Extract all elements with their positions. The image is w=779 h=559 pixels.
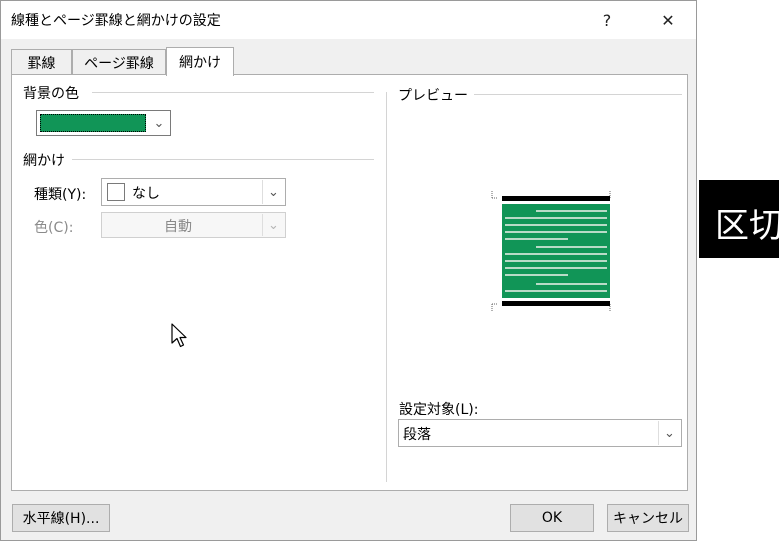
- fill-group-label: 背景の色: [23, 83, 85, 103]
- ok-button[interactable]: OK: [510, 504, 594, 532]
- mouse-cursor-icon: [171, 323, 187, 348]
- title-bar: 線種とページ罫線と網かけの設定 ? ✕: [1, 1, 696, 39]
- preview-group-line: [467, 94, 682, 95]
- horizontal-line-button[interactable]: 水平線(H)...: [12, 504, 110, 532]
- apply-to-combo[interactable]: 段落 ⌄: [398, 419, 682, 447]
- caption-text: 区切: [715, 206, 779, 246]
- chevron-down-icon: ⌄: [262, 214, 284, 236]
- preview-group-label: プレビュー: [398, 85, 474, 105]
- shading-preview: [491, 191, 611, 311]
- cancel-button[interactable]: キャンセル: [607, 504, 689, 532]
- apply-to-value: 段落: [403, 427, 431, 443]
- apply-to-label: 設定対象(L):: [399, 402, 479, 418]
- chevron-down-icon: ⌄: [658, 421, 680, 445]
- pattern-color-combo[interactable]: 自動 ⌄: [101, 212, 286, 238]
- caption-box: 区切: [699, 180, 779, 258]
- pattern-group-label: 網かけ: [23, 150, 71, 170]
- pattern-style-label: 種類(Y):: [34, 187, 87, 203]
- shading-tab-panel: 背景の色 ⌄ 網かけ 種類(Y): なし ⌄ 色(C): 自動 ⌄ プレビュー: [11, 74, 688, 491]
- close-button[interactable]: ✕: [653, 7, 683, 33]
- tab-shading[interactable]: 網かけ: [166, 47, 234, 76]
- tab-borders[interactable]: 罫線: [11, 49, 72, 75]
- pattern-group-line: [72, 159, 374, 160]
- dialog-title: 線種とページ罫線と網かけの設定: [11, 13, 221, 29]
- chevron-down-icon: ⌄: [153, 115, 165, 131]
- background-color-picker[interactable]: ⌄: [36, 110, 171, 136]
- tab-page-border[interactable]: ページ罫線: [72, 49, 166, 75]
- pattern-color-label: 色(C):: [34, 220, 74, 236]
- help-button[interactable]: ?: [592, 7, 622, 33]
- background-color-swatch: [40, 114, 146, 132]
- pattern-color-value: 自動: [164, 219, 192, 235]
- pattern-preview-box: [107, 183, 125, 201]
- pattern-style-combo[interactable]: なし ⌄: [101, 178, 286, 206]
- fill-group-line: [92, 92, 374, 93]
- pattern-style-value: なし: [132, 186, 160, 202]
- section-divider: [386, 92, 387, 482]
- borders-and-shading-dialog: 線種とページ罫線と網かけの設定 ? ✕ 罫線 ページ罫線 網かけ 背景の色 ⌄ …: [0, 0, 697, 541]
- chevron-down-icon: ⌄: [262, 180, 284, 204]
